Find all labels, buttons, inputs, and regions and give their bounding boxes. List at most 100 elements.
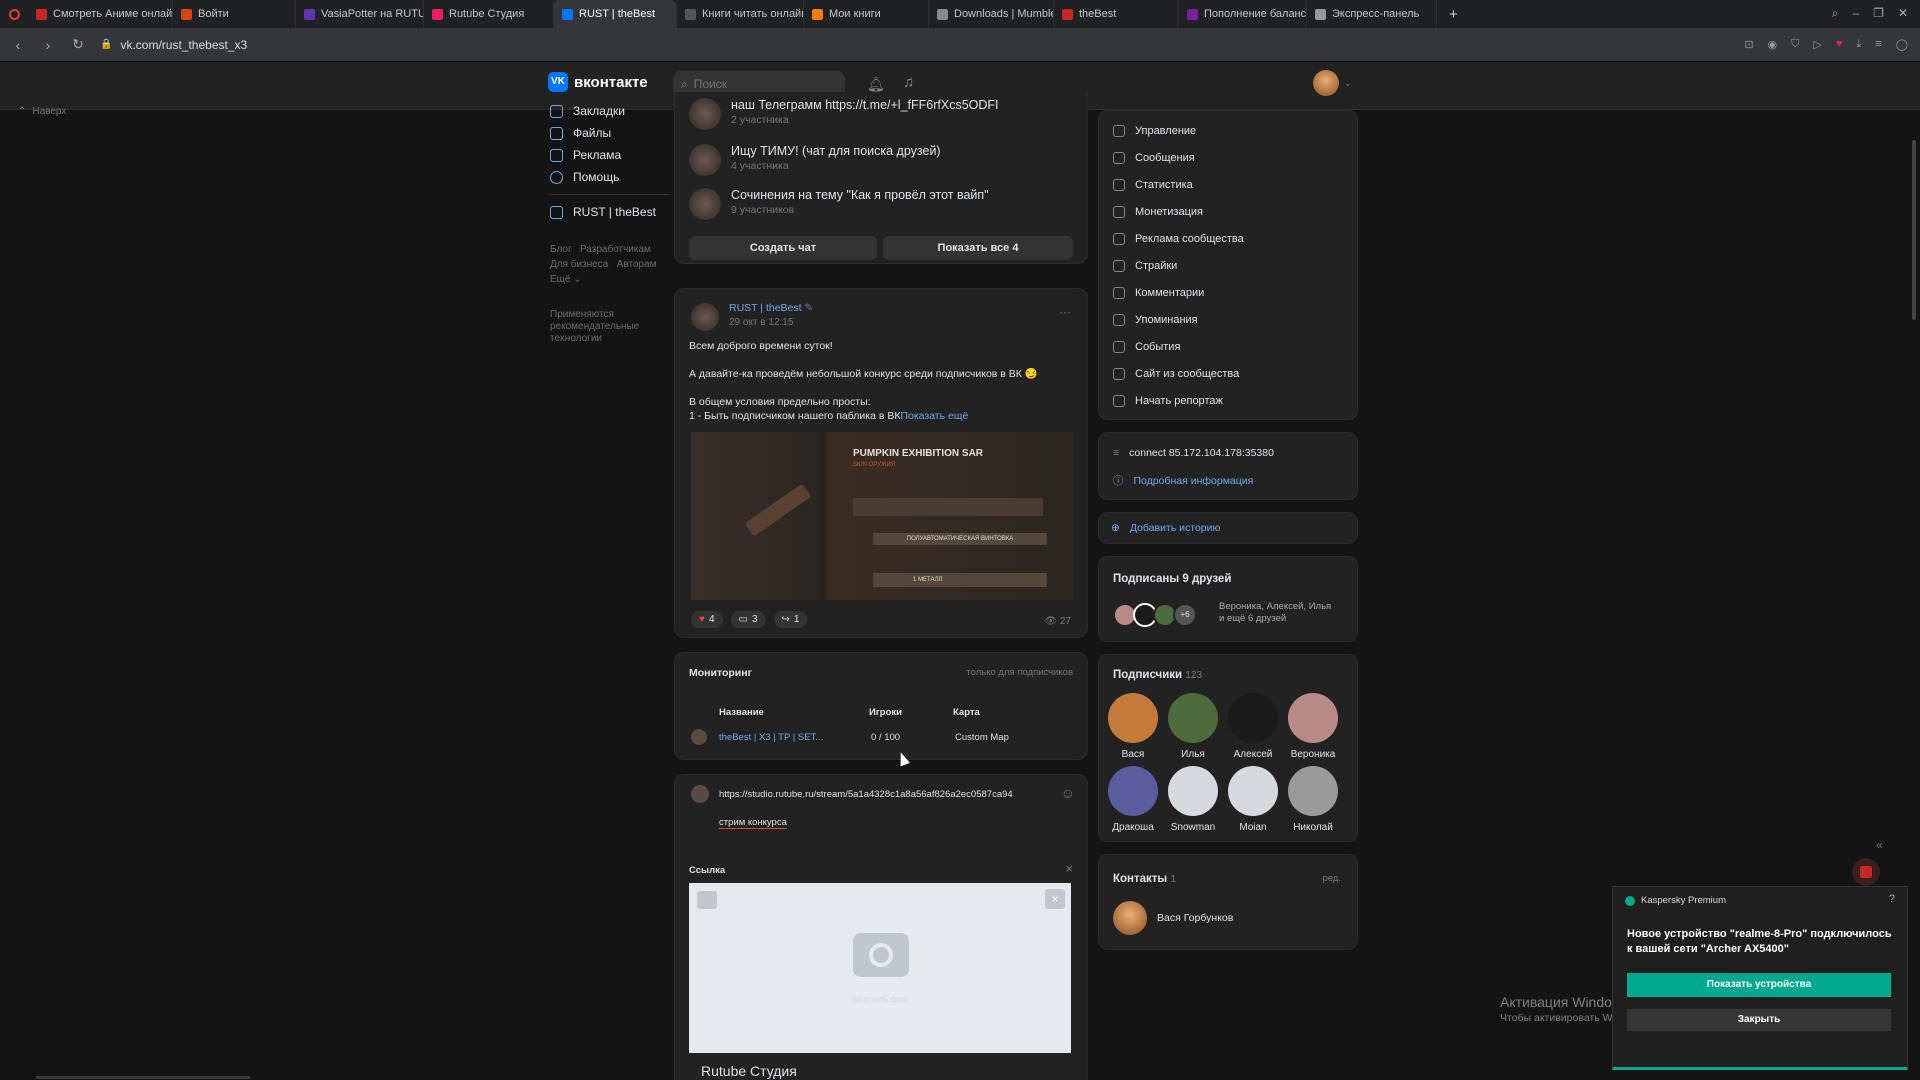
browser-tab[interactable]: theBest [1054,0,1179,28]
admin-menu-item[interactable]: Сообщения [1113,144,1343,171]
subscriber-item[interactable]: Вася [1103,693,1163,760]
authors-link[interactable]: Авторам [617,259,657,270]
left-menu-bookmarks[interactable]: Закладки [550,100,670,122]
composer-text-body[interactable]: стрим конкурса [719,817,787,829]
bell-icon[interactable]: 🔔︎ [867,76,885,93]
create-chat-button[interactable]: Создать чат [689,236,877,260]
vk-logo[interactable]: VK вконтакте [548,72,648,92]
edit-contacts-link[interactable]: ред. [1322,873,1341,884]
forward-icon[interactable]: › [40,37,56,53]
emoji-icon[interactable]: ☺ [1061,785,1075,801]
admin-menu-item[interactable]: Страйки [1113,252,1343,279]
subscriber-item[interactable]: Илья [1163,693,1223,760]
admin-menu-item[interactable]: Статистика [1113,171,1343,198]
details-link[interactable]: ⓘ Подробная информация [1113,473,1253,488]
left-menu-help[interactable]: Помощь [550,166,670,188]
left-menu-group[interactable]: RUST | theBest [550,201,670,223]
blog-link[interactable]: Блог [550,244,572,255]
close-notification-button[interactable]: Закрыть [1627,1009,1891,1031]
subscriber-item[interactable]: Вероника [1283,693,1343,760]
composer-text-url[interactable]: https://studio.rutube.ru/stream/5a1a4328… [719,789,1013,800]
subscriber-item[interactable]: Дракоша [1103,766,1163,833]
screenshot-icon[interactable]: ⊡ [1744,38,1753,51]
recommend-notice[interactable]: Применяются [550,309,670,321]
camera-small-icon[interactable] [697,891,717,909]
post-author-avatar[interactable] [691,303,719,331]
recommend-notice[interactable]: технологии [550,333,670,345]
play-icon[interactable]: ▷ [1813,38,1821,51]
admin-menu-item[interactable]: События [1113,333,1343,360]
subscriber-item[interactable]: Николай [1283,766,1343,833]
connect-text[interactable]: connect 85.172.104.178:35380 [1129,447,1274,459]
friends-title[interactable]: Подписаны 9 друзей [1113,573,1231,585]
admin-menu-item[interactable]: Сайт из сообщества [1113,360,1343,387]
admin-menu-item[interactable]: Монетизация [1113,198,1343,225]
browser-tab[interactable]: RUST | theBest [554,0,677,28]
subscribers-header[interactable]: Подписчики 123 [1113,669,1202,681]
chat-item[interactable]: наш Телеграмм https://t.me/+l_fFF6rfXcs5… [689,98,999,130]
back-to-top-link[interactable]: ⌃ Наверх [18,106,66,117]
show-devices-button[interactable]: Показать устройства [1627,973,1891,997]
menu-icon[interactable]: ≡ [1875,38,1881,51]
share-button[interactable]: ↪ 1 [773,611,808,628]
post-author-name[interactable]: RUST | theBest [729,302,802,314]
subscriber-item[interactable]: Алексей [1223,693,1283,760]
search-tabs-icon[interactable]: ⌕ [1832,6,1839,21]
like-button[interactable]: ♥ 4 [691,611,723,628]
browser-tab[interactable]: VasiaPotter на RUTUBE: З [296,0,424,28]
business-link[interactable]: Для бизнеса [550,259,608,270]
admin-menu-item[interactable]: Комментарии [1113,279,1343,306]
post-date[interactable]: 29 окт в 12:15 [729,317,793,328]
browser-tab[interactable]: Экспресс-панель [1307,0,1437,28]
admin-menu-item[interactable]: Упоминания [1113,306,1343,333]
reload-icon[interactable]: ↻ [70,36,86,53]
friends-avatars[interactable]: +6 [1113,603,1197,627]
admin-menu-item[interactable]: Управление [1113,117,1343,144]
music-icon[interactable]: ♫ [903,74,914,91]
chat-item[interactable]: Ищу ТИМУ! (чат для поиска друзей) 4 участ… [689,144,941,176]
browser-tab[interactable]: Пополнение баланса Sti [1179,0,1307,28]
browser-tab[interactable]: Rutube Студия [424,0,554,28]
search-input[interactable] [693,77,834,91]
admin-menu-item[interactable]: Начать репортаж [1113,387,1343,414]
chat-item[interactable]: Сочинения на тему "Как я провёл этот вай… [689,188,989,220]
user-avatar[interactable] [1313,70,1339,96]
page-scrollbar[interactable] [1912,140,1916,320]
show-all-chats-button[interactable]: Показать все 4 [883,236,1073,260]
browser-tab[interactable]: Downloads | Mumble [929,0,1054,28]
developers-link[interactable]: Разработчикам [580,244,651,255]
chevron-down-icon[interactable]: ⌄ [1344,78,1352,89]
subscriber-item[interactable]: Moian [1223,766,1283,833]
browser-tab[interactable]: Мои книги [804,0,929,28]
minimize-icon[interactable]: – [1852,6,1859,21]
post-image[interactable]: PUMPKIN EXHIBITION SAR SKIN ОРУЖИЯ ПОЛУА… [691,432,1073,600]
comment-button[interactable]: ▭ 3 [730,611,766,628]
bottom-scrollbar[interactable] [36,1076,250,1079]
close-window-icon[interactable]: ✕ [1898,6,1908,21]
contact-item[interactable]: Вася Горбунков [1113,901,1233,935]
new-tab-button[interactable]: + [1449,6,1458,23]
add-story-card[interactable]: ⊕ Добавить историю [1098,512,1358,544]
recommend-notice[interactable]: рекомендательные [550,321,670,333]
show-more-link[interactable]: Показать ещё [900,410,968,422]
download-icon[interactable]: ⤓ [1856,38,1861,51]
remove-link-button[interactable]: × [1065,861,1073,876]
url-field[interactable]: vk.com/rust_thebest_x3 [120,38,247,52]
left-menu-ads[interactable]: Реклама [550,144,670,166]
player-widget-icon[interactable] [1852,858,1880,886]
heart-icon[interactable]: ♥ [1836,38,1843,51]
browser-tab[interactable]: Войти [173,0,296,28]
more-link[interactable]: Ещё ⌄ [550,272,670,287]
profile-icon[interactable]: ◯ [1896,38,1908,51]
browser-logo-icon[interactable] [0,0,28,28]
close-preview-icon[interactable]: × [1045,889,1065,909]
restore-icon[interactable]: ❐ [1873,6,1884,21]
admin-menu-item[interactable]: Реклама сообщества [1113,225,1343,252]
help-icon[interactable]: ? [1889,893,1895,905]
camera-icon[interactable]: ◉ [1768,38,1778,51]
shield-icon[interactable]: ⛉ [1791,38,1799,51]
post-author[interactable]: RUST | theBest ✎ [729,302,813,314]
browser-tab[interactable]: Книги читать онлайн бе [677,0,804,28]
post-more-icon[interactable]: ··· [1059,305,1071,319]
left-menu-files[interactable]: Файлы [550,122,670,144]
